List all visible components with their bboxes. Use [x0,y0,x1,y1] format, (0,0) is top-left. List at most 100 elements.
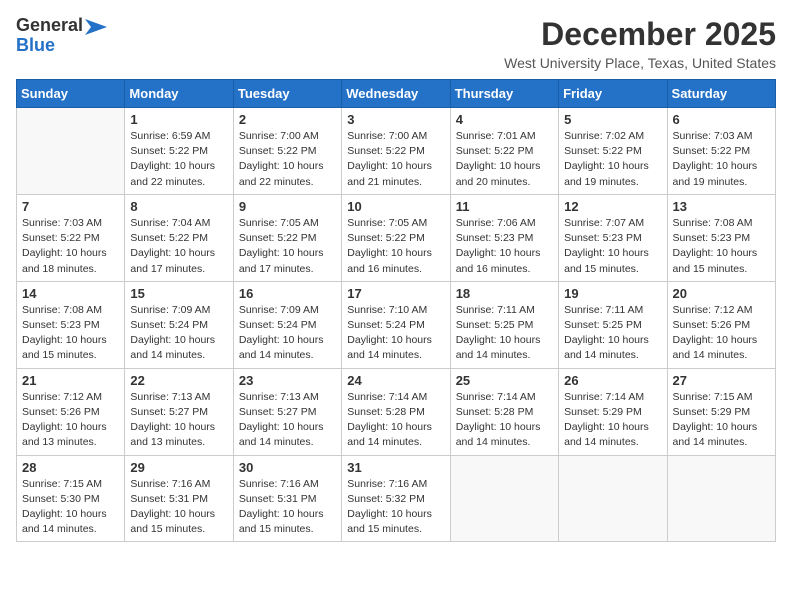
day-info: Sunrise: 7:12 AM Sunset: 5:26 PM Dayligh… [22,390,119,451]
calendar-cell: 11 Sunrise: 7:06 AM Sunset: 5:23 PM Dayli… [450,194,558,281]
calendar-week-3: 14 Sunrise: 7:08 AM Sunset: 5:23 PM Dayli… [17,281,776,368]
calendar-cell: 10Sunrise: 7:05 AM Sunset: 5:22 PM Dayli… [342,194,450,281]
day-number: 30 [239,460,336,475]
day-info: Sunrise: 7:06 AM Sunset: 5:23 PM Dayligh… [456,216,553,277]
calendar-cell [17,108,125,195]
calendar-body: 1 Sunrise: 6:59 AM Sunset: 5:22 PM Daylig… [17,108,776,542]
day-number: 26 [564,373,661,388]
calendar-cell: 6Sunrise: 7:03 AM Sunset: 5:22 PM Daylig… [667,108,775,195]
day-number: 8 [130,199,227,214]
calendar-cell: 16 Sunrise: 7:09 AM Sunset: 5:24 PM Dayli… [233,281,341,368]
day-info: Sunrise: 7:05 AM Sunset: 5:22 PM Dayligh… [347,216,444,277]
day-info: Sunrise: 7:00 AM Sunset: 5:22 PM Dayligh… [239,129,336,190]
day-info: Sunrise: 7:04 AM Sunset: 5:22 PM Dayligh… [130,216,227,277]
calendar-cell: 30 Sunrise: 7:16 AM Sunset: 5:31 PM Dayli… [233,455,341,542]
day-number: 21 [22,373,119,388]
calendar-cell: 28 Sunrise: 7:15 AM Sunset: 5:30 PM Dayli… [17,455,125,542]
calendar-cell: 12 Sunrise: 7:07 AM Sunset: 5:23 PM Dayli… [559,194,667,281]
weekday-row: SundayMondayTuesdayWednesdayThursdayFrid… [17,80,776,108]
day-info: Sunrise: 7:11 AM Sunset: 5:25 PM Dayligh… [564,303,661,364]
weekday-header-wednesday: Wednesday [342,80,450,108]
calendar-cell: 26Sunrise: 7:14 AM Sunset: 5:29 PM Dayli… [559,368,667,455]
calendar-cell: 4Sunrise: 7:01 AM Sunset: 5:22 PM Daylig… [450,108,558,195]
day-info: Sunrise: 7:13 AM Sunset: 5:27 PM Dayligh… [239,390,336,451]
day-info: Sunrise: 7:02 AM Sunset: 5:22 PM Dayligh… [564,129,661,190]
logo: General Blue [16,16,107,56]
calendar-cell: 17Sunrise: 7:10 AM Sunset: 5:24 PM Dayli… [342,281,450,368]
calendar-cell: 24Sunrise: 7:14 AM Sunset: 5:28 PM Dayli… [342,368,450,455]
day-number: 13 [673,199,770,214]
day-number: 14 [22,286,119,301]
day-info: Sunrise: 7:14 AM Sunset: 5:28 PM Dayligh… [347,390,444,451]
location-text: West University Place, Texas, United Sta… [504,55,776,71]
day-number: 16 [239,286,336,301]
day-number: 9 [239,199,336,214]
calendar-cell [559,455,667,542]
calendar-cell: 23 Sunrise: 7:13 AM Sunset: 5:27 PM Dayli… [233,368,341,455]
day-number: 19 [564,286,661,301]
day-number: 22 [130,373,227,388]
logo-text-general: General [16,16,83,36]
day-info: Sunrise: 7:15 AM Sunset: 5:30 PM Dayligh… [22,477,119,538]
day-info: Sunrise: 7:08 AM Sunset: 5:23 PM Dayligh… [22,303,119,364]
calendar-cell: 8 Sunrise: 7:04 AM Sunset: 5:22 PM Daylig… [125,194,233,281]
day-info: Sunrise: 7:15 AM Sunset: 5:29 PM Dayligh… [673,390,770,451]
calendar-week-2: 7 Sunrise: 7:03 AM Sunset: 5:22 PM Daylig… [17,194,776,281]
calendar-cell: 9 Sunrise: 7:05 AM Sunset: 5:22 PM Daylig… [233,194,341,281]
day-number: 11 [456,199,553,214]
day-info: Sunrise: 7:12 AM Sunset: 5:26 PM Dayligh… [673,303,770,364]
calendar-cell: 5 Sunrise: 7:02 AM Sunset: 5:22 PM Daylig… [559,108,667,195]
day-info: Sunrise: 7:13 AM Sunset: 5:27 PM Dayligh… [130,390,227,451]
weekday-header-monday: Monday [125,80,233,108]
logo-arrow-icon [85,19,107,35]
title-area: December 2025 West University Place, Tex… [504,16,776,71]
day-number: 12 [564,199,661,214]
day-number: 20 [673,286,770,301]
day-info: Sunrise: 7:16 AM Sunset: 5:31 PM Dayligh… [130,477,227,538]
day-info: Sunrise: 7:01 AM Sunset: 5:22 PM Dayligh… [456,129,553,190]
calendar-cell: 18Sunrise: 7:11 AM Sunset: 5:25 PM Dayli… [450,281,558,368]
weekday-header-sunday: Sunday [17,80,125,108]
day-info: Sunrise: 7:16 AM Sunset: 5:32 PM Dayligh… [347,477,444,538]
day-number: 3 [347,112,444,127]
day-number: 17 [347,286,444,301]
day-info: Sunrise: 7:03 AM Sunset: 5:22 PM Dayligh… [22,216,119,277]
day-info: Sunrise: 7:07 AM Sunset: 5:23 PM Dayligh… [564,216,661,277]
weekday-header-thursday: Thursday [450,80,558,108]
day-number: 31 [347,460,444,475]
day-number: 5 [564,112,661,127]
day-info: Sunrise: 7:00 AM Sunset: 5:22 PM Dayligh… [347,129,444,190]
calendar-cell: 14 Sunrise: 7:08 AM Sunset: 5:23 PM Dayli… [17,281,125,368]
day-number: 28 [22,460,119,475]
calendar-table: SundayMondayTuesdayWednesdayThursdayFrid… [16,79,776,542]
day-info: Sunrise: 7:08 AM Sunset: 5:23 PM Dayligh… [673,216,770,277]
day-number: 18 [456,286,553,301]
day-info: Sunrise: 7:09 AM Sunset: 5:24 PM Dayligh… [239,303,336,364]
calendar-cell: 29Sunrise: 7:16 AM Sunset: 5:31 PM Dayli… [125,455,233,542]
logo-text-blue: Blue [16,35,55,55]
day-info: Sunrise: 7:09 AM Sunset: 5:24 PM Dayligh… [130,303,227,364]
calendar-cell: 19 Sunrise: 7:11 AM Sunset: 5:25 PM Dayli… [559,281,667,368]
day-number: 1 [130,112,227,127]
day-info: Sunrise: 6:59 AM Sunset: 5:22 PM Dayligh… [130,129,227,190]
day-info: Sunrise: 7:16 AM Sunset: 5:31 PM Dayligh… [239,477,336,538]
weekday-header-tuesday: Tuesday [233,80,341,108]
day-info: Sunrise: 7:05 AM Sunset: 5:22 PM Dayligh… [239,216,336,277]
calendar-cell: 21 Sunrise: 7:12 AM Sunset: 5:26 PM Dayli… [17,368,125,455]
calendar-cell: 15Sunrise: 7:09 AM Sunset: 5:24 PM Dayli… [125,281,233,368]
day-number: 2 [239,112,336,127]
calendar-header: SundayMondayTuesdayWednesdayThursdayFrid… [17,80,776,108]
day-info: Sunrise: 7:14 AM Sunset: 5:28 PM Dayligh… [456,390,553,451]
weekday-header-friday: Friday [559,80,667,108]
day-info: Sunrise: 7:03 AM Sunset: 5:22 PM Dayligh… [673,129,770,190]
calendar-week-1: 1 Sunrise: 6:59 AM Sunset: 5:22 PM Daylig… [17,108,776,195]
day-number: 25 [456,373,553,388]
day-number: 27 [673,373,770,388]
calendar-week-4: 21 Sunrise: 7:12 AM Sunset: 5:26 PM Dayli… [17,368,776,455]
day-number: 7 [22,199,119,214]
day-number: 23 [239,373,336,388]
calendar-cell: 25 Sunrise: 7:14 AM Sunset: 5:28 PM Dayli… [450,368,558,455]
calendar-week-5: 28 Sunrise: 7:15 AM Sunset: 5:30 PM Dayli… [17,455,776,542]
calendar-cell: 20 Sunrise: 7:12 AM Sunset: 5:26 PM Dayli… [667,281,775,368]
calendar-cell: 7 Sunrise: 7:03 AM Sunset: 5:22 PM Daylig… [17,194,125,281]
